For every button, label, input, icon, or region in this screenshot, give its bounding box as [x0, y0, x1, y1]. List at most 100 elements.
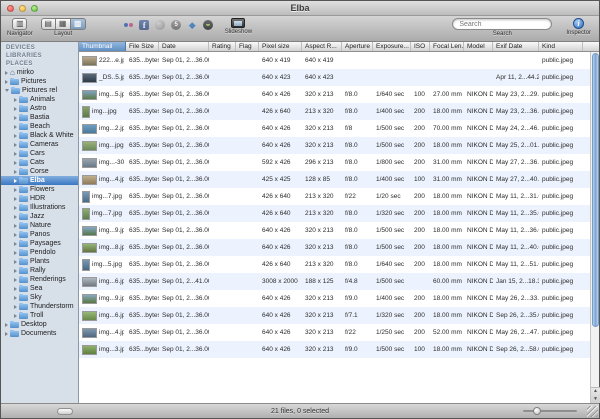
sidebar-resize-handle[interactable] [57, 408, 73, 415]
sidebar-item-animals[interactable]: Animals [1, 95, 78, 104]
table-row[interactable]: 222...e.jpg635...bytesSep 01, 2...36.00 … [79, 52, 590, 69]
close-button[interactable] [7, 5, 14, 12]
disclosure-triangle-icon[interactable] [14, 269, 17, 273]
sidebar-item-desktop[interactable]: Desktop [1, 320, 78, 329]
window-resize-grip[interactable] [587, 406, 598, 417]
sidebar-item-renderings[interactable]: Renderings [1, 275, 78, 284]
scroll-down-arrow-icon[interactable]: ▼ [593, 397, 598, 402]
layout-grid-button[interactable]: ▦ [56, 18, 71, 30]
layout-list-button[interactable]: ▩ [71, 18, 86, 30]
disclosure-triangle-icon[interactable] [5, 71, 8, 75]
disclosure-triangle-icon[interactable] [14, 287, 17, 291]
disclosure-triangle-icon[interactable] [14, 188, 17, 192]
sidebar-item-troll[interactable]: Troll [1, 311, 78, 320]
sidebar-item-illustrations[interactable]: Illustrations [1, 203, 78, 212]
table-row[interactable]: img...7.jpg635...bytesSep 01, 2...36.00 … [79, 205, 590, 222]
table-row[interactable]: img...jpg635...bytesSep 01, 2...36.00 PM… [79, 137, 590, 154]
column-header-iso[interactable]: ISO [411, 42, 430, 51]
table-row[interactable]: img...8.jpg635...bytesSep 01, 2...36.00 … [79, 239, 590, 256]
sidebar-item-pictures[interactable]: Pictures [1, 77, 78, 86]
sidebar-item-sky[interactable]: Sky [1, 293, 78, 302]
column-header-model[interactable]: Model [464, 42, 493, 51]
disclosure-triangle-icon[interactable] [14, 278, 17, 282]
search-input[interactable] [459, 21, 550, 28]
table-row[interactable]: img...7.jpg635...bytesSep 01, 2...36.00 … [79, 188, 590, 205]
sidebar-item-plants[interactable]: Plants [1, 257, 78, 266]
sidebar-item-astro[interactable]: Astro [1, 104, 78, 113]
sidebar-item-bastia[interactable]: Bastia [1, 113, 78, 122]
table-row[interactable]: img...-302635...bytesSep 01, 2...36.00 P… [79, 154, 590, 171]
scroll-up-arrow-icon[interactable]: ▲ [593, 389, 598, 394]
sidebar-item-documents[interactable]: Documents [1, 329, 78, 338]
column-header-exposure[interactable]: Exposure... [373, 42, 411, 51]
disclosure-triangle-icon[interactable] [14, 224, 17, 228]
disclosure-triangle-icon[interactable] [14, 215, 17, 219]
column-header-kind[interactable]: Kind [539, 42, 583, 51]
sidebar-item-cats[interactable]: Cats [1, 158, 78, 167]
table-row[interactable]: img...jpg635...bytesSep 01, 2...36.00 PM… [79, 103, 590, 120]
zoom-button[interactable] [31, 5, 38, 12]
disclosure-triangle-icon[interactable] [14, 107, 17, 111]
sidebar-item-cameras[interactable]: Cameras [1, 140, 78, 149]
title-bar[interactable]: Elba [1, 1, 599, 16]
disclosure-triangle-icon[interactable] [14, 296, 17, 300]
disclosure-triangle-icon[interactable] [14, 305, 17, 309]
sidebar-item-thunderstorm[interactable]: Thunderstorm [1, 302, 78, 311]
sidebar-item-nature[interactable]: Nature [1, 221, 78, 230]
sidebar-item-corse[interactable]: Corse [1, 167, 78, 176]
disclosure-triangle-icon[interactable] [14, 260, 17, 264]
table-row[interactable]: img...6.jpg635...bytesSep 01, 2...36.00 … [79, 307, 590, 324]
table-row[interactable]: img...5.jpg635...bytesSep 01, 2...36.00 … [79, 86, 590, 103]
disclosure-triangle-icon[interactable] [14, 125, 17, 129]
disclosure-triangle-icon[interactable] [14, 98, 17, 102]
disclosure-triangle-icon[interactable] [14, 179, 17, 183]
vertical-scrollbar[interactable]: ▲ ▼ [590, 52, 599, 403]
column-header-thumbnail[interactable]: Thumbnail [79, 42, 126, 51]
disclosure-triangle-icon[interactable] [5, 323, 8, 327]
sidebar-item-jazz[interactable]: Jazz [1, 212, 78, 221]
facebook-icon[interactable]: f [138, 19, 151, 31]
table-row[interactable]: img...5.jpg635...bytesSep 01, 2...36.00 … [79, 256, 590, 273]
smugmug-icon[interactable] [202, 19, 215, 31]
sidebar-item-black-white[interactable]: Black & White [1, 131, 78, 140]
column-header-focal-len[interactable]: Focal Len... [430, 42, 464, 51]
disclosure-triangle-icon[interactable] [14, 170, 17, 174]
disclosure-triangle-icon[interactable] [14, 314, 17, 318]
column-header-rating[interactable]: Rating [209, 42, 236, 51]
disclosure-triangle-icon[interactable] [5, 80, 8, 84]
table-row[interactable]: img...3.jpg635...bytesSep 01, 2...36.00 … [79, 341, 590, 358]
dropbox-icon[interactable]: ◆ [186, 19, 199, 31]
disclosure-triangle-icon[interactable] [5, 89, 9, 92]
disclosure-triangle-icon[interactable] [14, 197, 17, 201]
column-header-aspect-r[interactable]: Aspect R... [302, 42, 342, 51]
sidebar-item-flowers[interactable]: Flowers [1, 185, 78, 194]
sidebar-item-sea[interactable]: Sea [1, 284, 78, 293]
scrollbar-thumb[interactable] [592, 53, 599, 327]
sidebar-item-mirko[interactable]: ⌂mirko [1, 68, 78, 77]
table-row[interactable]: _DS..5.jpg635...bytesSep 01, 2...36.00 P… [79, 69, 590, 86]
table-row[interactable]: img...4.jpg635...bytesSep 01, 2...36.00 … [79, 324, 590, 341]
disclosure-triangle-icon[interactable] [14, 143, 17, 147]
column-header-exif-date[interactable]: Exif Date [493, 42, 539, 51]
table-row[interactable]: img...6.jpg635...bytesSep 01, 2...41.00 … [79, 273, 590, 290]
table-row[interactable]: img...4.jpg635...bytesSep 01, 2...36.00 … [79, 171, 590, 188]
column-header-pixel-size[interactable]: Pixel size [259, 42, 302, 51]
search-field[interactable] [452, 18, 552, 30]
disclosure-triangle-icon[interactable] [5, 332, 8, 336]
disclosure-triangle-icon[interactable] [14, 152, 17, 156]
sidebar-item-hdr[interactable]: HDR [1, 194, 78, 203]
column-header-flag[interactable]: Flag [236, 42, 259, 51]
sidebar-item-paysages[interactable]: Paysages [1, 239, 78, 248]
zoom-slider-knob[interactable] [533, 407, 541, 415]
sidebar-item-cars[interactable]: Cars [1, 149, 78, 158]
sidebar-item-rally[interactable]: Rally [1, 266, 78, 275]
minimize-button[interactable] [19, 5, 26, 12]
disclosure-triangle-icon[interactable] [14, 116, 17, 120]
disclosure-triangle-icon[interactable] [14, 134, 17, 138]
column-header-aperture[interactable]: Aperture [342, 42, 373, 51]
sidebar-item-pendolo[interactable]: Pendolo [1, 248, 78, 257]
disclosure-triangle-icon[interactable] [14, 242, 17, 246]
sidebar-item-beach[interactable]: Beach [1, 122, 78, 131]
navigator-button[interactable]: ▥ [12, 18, 27, 30]
table-row[interactable]: img...2.jpg635...bytesSep 01, 2...36.00 … [79, 120, 590, 137]
